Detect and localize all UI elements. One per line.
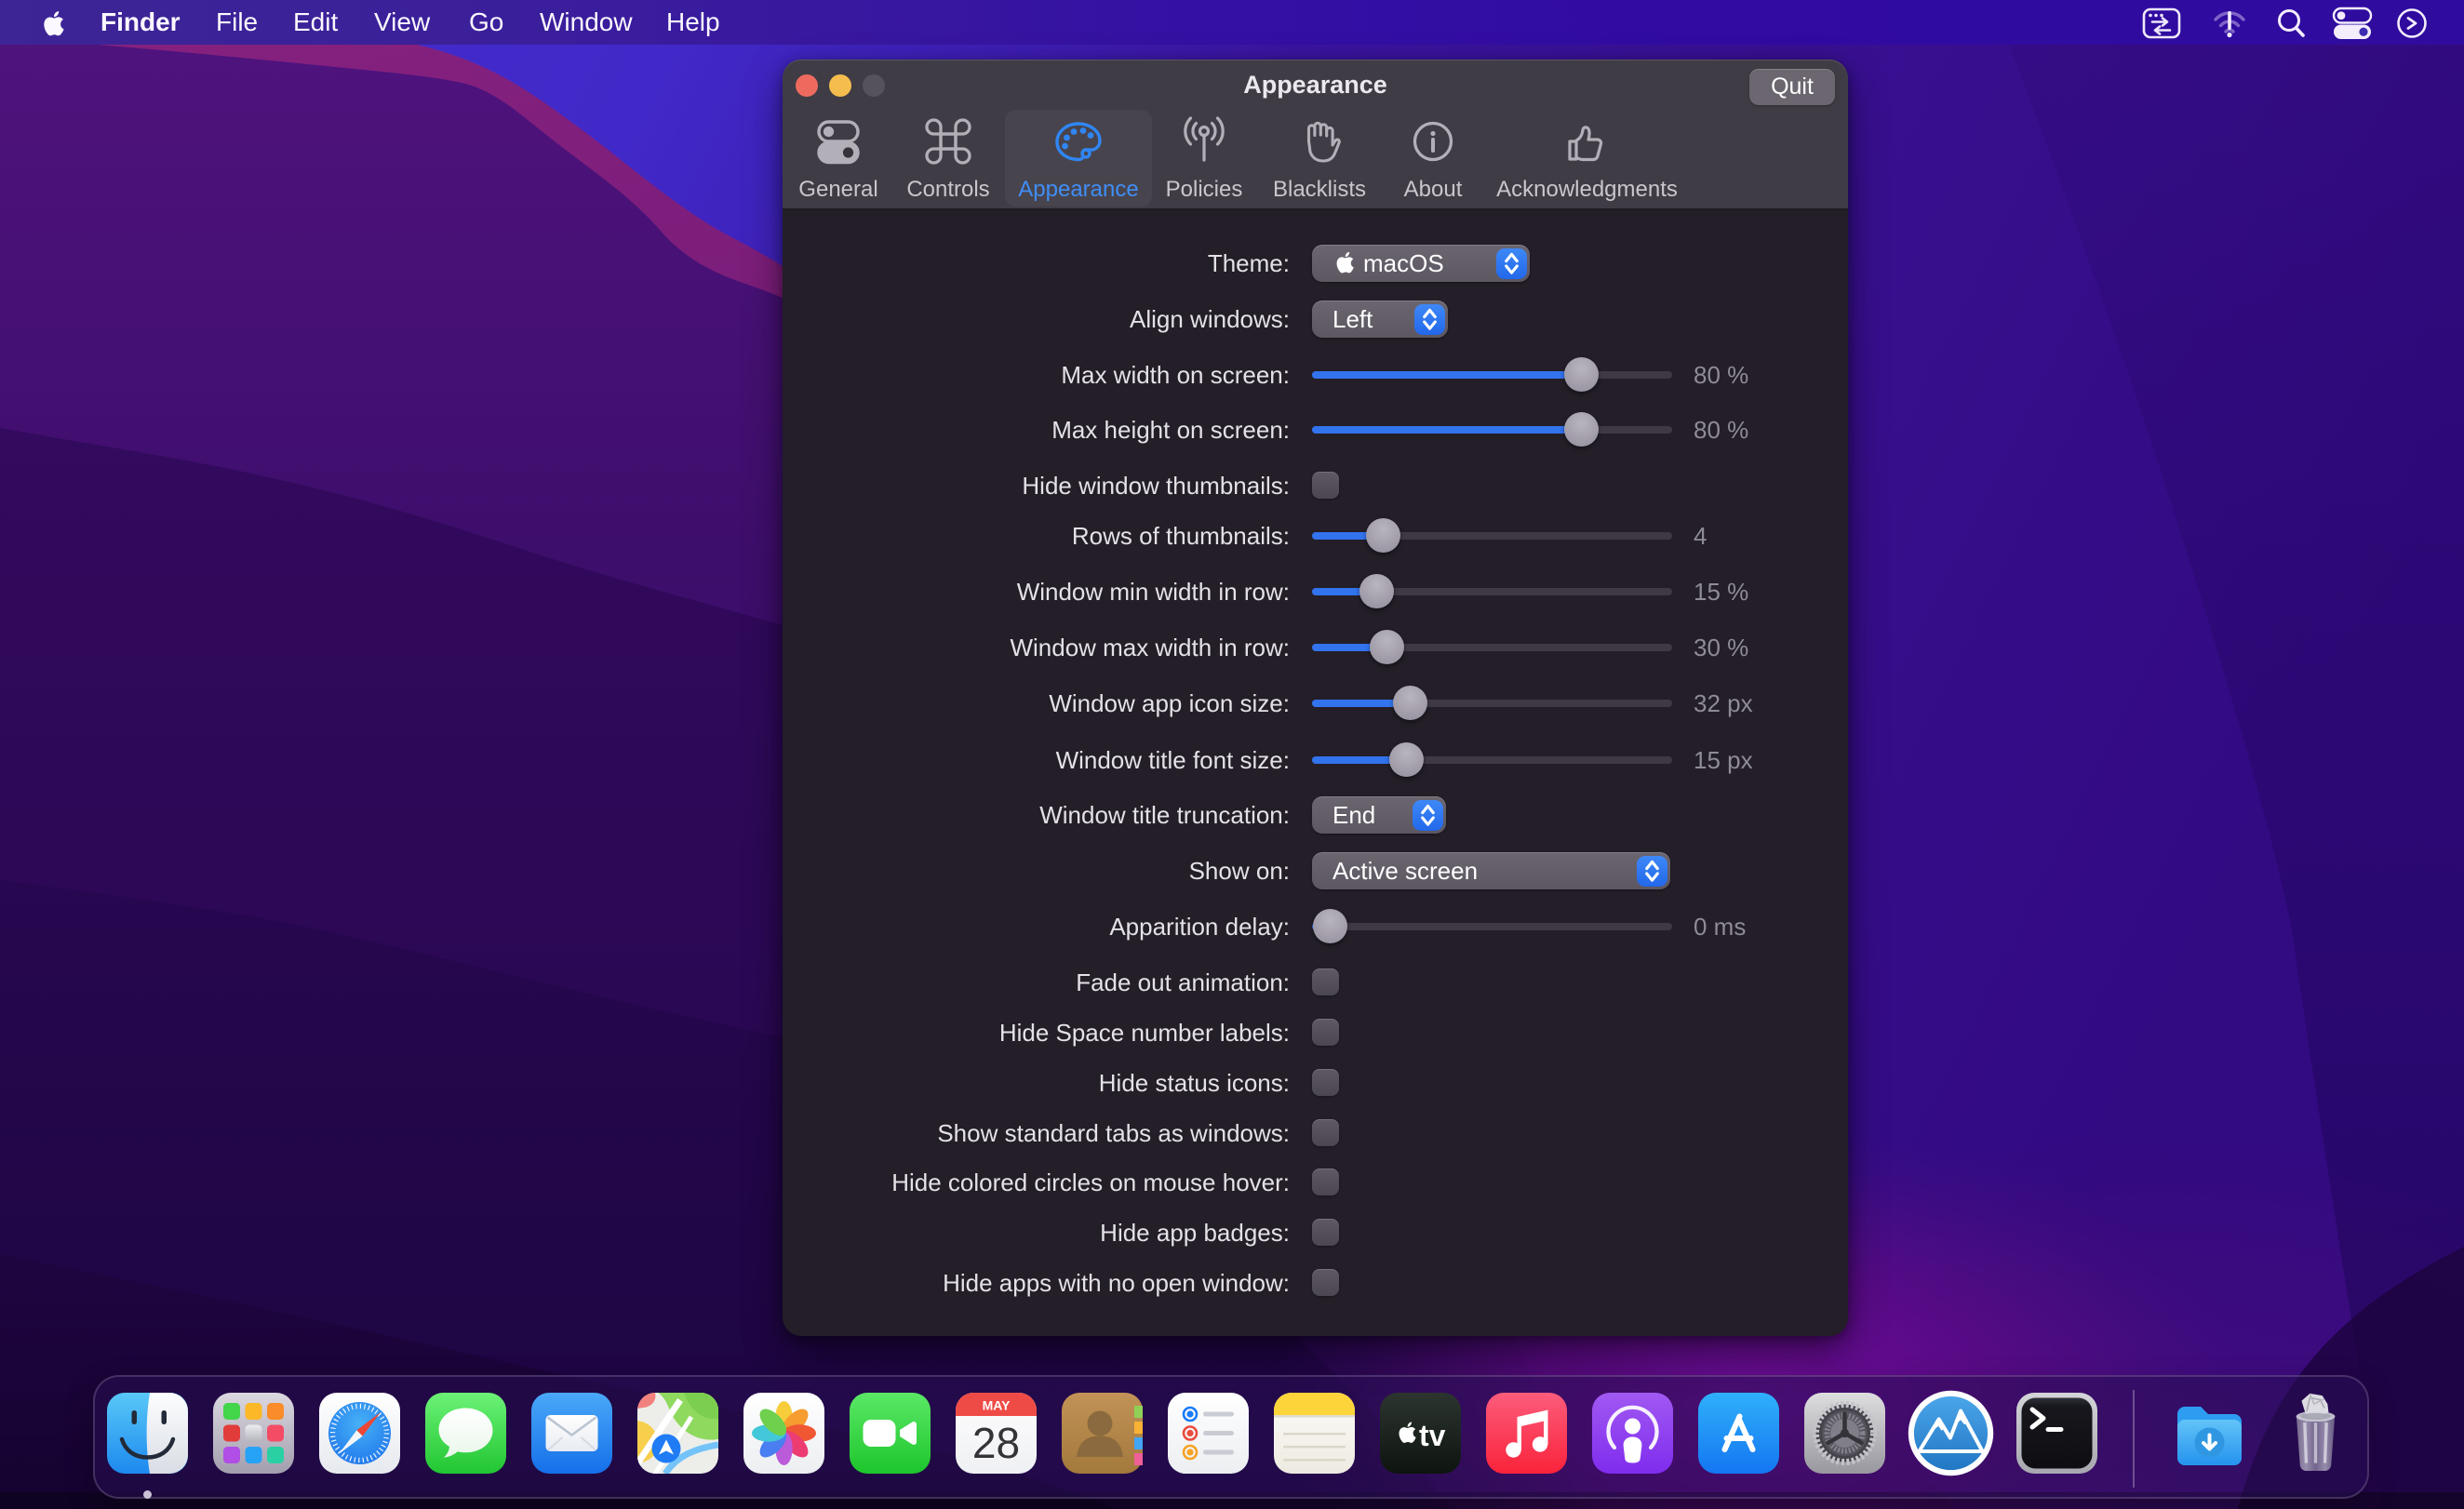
svg-text:tv: tv [1419, 1419, 1446, 1452]
svg-text:28: 28 [972, 1419, 1020, 1467]
svg-text:MAY: MAY [983, 1398, 1011, 1413]
